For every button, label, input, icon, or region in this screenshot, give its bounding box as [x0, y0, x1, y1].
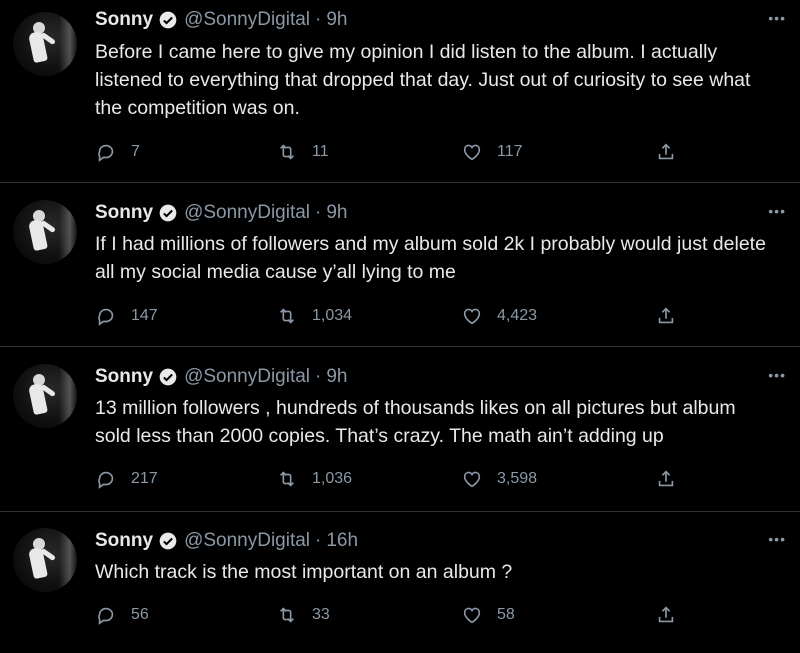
like-count: 4,423 — [497, 307, 538, 324]
tweet-actions: 217 1,036 3,598 — [95, 467, 695, 491]
reply-count: 56 — [131, 606, 149, 623]
timestamp[interactable]: 16h — [326, 530, 358, 552]
avatar[interactable] — [13, 364, 77, 428]
verified-badge-icon — [158, 203, 178, 223]
share-button[interactable] — [655, 304, 677, 328]
share-icon — [658, 470, 674, 487]
avatar[interactable] — [13, 200, 77, 264]
reply-button[interactable]: 147 — [95, 304, 158, 328]
reply-icon — [98, 144, 114, 162]
like-button[interactable]: 117 — [461, 140, 523, 164]
retweet-button[interactable]: 1,034 — [276, 304, 352, 328]
tweet-actions: 7 11 117 — [95, 140, 695, 164]
timestamp[interactable]: 9h — [326, 202, 347, 224]
avatar[interactable] — [13, 12, 77, 76]
display-name[interactable]: Sonny — [95, 9, 153, 31]
separator-dot: · — [315, 9, 322, 30]
separator-dot: · — [315, 202, 322, 223]
reply-button[interactable]: 217 — [95, 467, 158, 491]
more-options-button[interactable]: ••• — [768, 203, 786, 219]
more-options-button[interactable]: ••• — [768, 10, 786, 26]
avatar[interactable] — [13, 528, 77, 592]
retweet-icon — [279, 308, 295, 324]
like-button[interactable]: 4,423 — [461, 304, 537, 328]
retweet-count: 1,034 — [312, 307, 353, 324]
share-icon — [658, 606, 674, 623]
timestamp[interactable]: 9h — [326, 9, 347, 31]
heart-icon — [463, 607, 481, 624]
timestamp[interactable]: 9h — [326, 366, 347, 388]
like-button[interactable]: 58 — [461, 603, 515, 627]
tweet[interactable]: Sonny @SonnyDigital · 16h ••• Which trac… — [0, 512, 800, 653]
separator-dot: · — [315, 366, 322, 387]
tweet-header: Sonny @SonnyDigital · 9h — [95, 201, 348, 225]
verified-badge-icon — [158, 531, 178, 551]
reply-icon — [98, 471, 114, 489]
display-name[interactable]: Sonny — [95, 530, 153, 552]
verified-badge-icon — [158, 367, 178, 387]
tweet-text: Which track is the most important on an … — [95, 561, 513, 583]
share-icon — [658, 143, 674, 160]
retweet-button[interactable]: 11 — [276, 140, 329, 164]
display-name[interactable]: Sonny — [95, 366, 153, 388]
retweet-icon — [279, 144, 295, 160]
like-count: 3,598 — [497, 470, 538, 487]
tweet-header: Sonny @SonnyDigital · 16h — [95, 529, 358, 553]
tweet[interactable]: Sonny @SonnyDigital · 9h ••• Before I ca… — [0, 0, 800, 183]
heart-icon — [463, 471, 481, 488]
retweet-count: 33 — [312, 606, 330, 623]
tweet-text: 13 million followers , hundreds of thous… — [95, 397, 736, 447]
user-handle[interactable]: @SonnyDigital — [184, 9, 310, 31]
share-button[interactable] — [655, 467, 677, 491]
share-button[interactable] — [655, 140, 677, 164]
retweet-button[interactable]: 1,036 — [276, 467, 352, 491]
separator-dot: · — [315, 530, 322, 551]
user-handle[interactable]: @SonnyDigital — [184, 202, 310, 224]
tweet[interactable]: Sonny @SonnyDigital · 9h ••• If I had mi… — [0, 183, 800, 347]
share-button[interactable] — [655, 603, 677, 627]
retweet-count: 1,036 — [312, 470, 353, 487]
more-options-button[interactable]: ••• — [768, 531, 786, 547]
like-count: 117 — [497, 143, 523, 160]
retweet-icon — [279, 607, 295, 623]
retweet-icon — [279, 471, 295, 487]
tweet-text: Before I came here to give my opinion I … — [95, 41, 751, 119]
reply-count: 7 — [131, 143, 140, 160]
retweet-button[interactable]: 33 — [276, 603, 330, 627]
tweet-text: If I had millions of followers and my al… — [95, 233, 766, 283]
share-icon — [658, 307, 674, 324]
tweet-actions: 56 33 58 — [95, 603, 695, 627]
reply-button[interactable]: 7 — [95, 140, 140, 164]
tweet-actions: 147 1,034 4,423 — [95, 304, 695, 328]
reply-icon — [98, 308, 114, 326]
tweet-header: Sonny @SonnyDigital · 9h — [95, 365, 348, 389]
heart-icon — [463, 308, 481, 325]
reply-button[interactable]: 56 — [95, 603, 149, 627]
reply-count: 217 — [131, 470, 158, 487]
more-options-button[interactable]: ••• — [768, 367, 786, 383]
reply-count: 147 — [131, 307, 158, 324]
retweet-count: 11 — [312, 143, 329, 160]
display-name[interactable]: Sonny — [95, 202, 153, 224]
verified-badge-icon — [158, 10, 178, 30]
user-handle[interactable]: @SonnyDigital — [184, 530, 310, 552]
like-button[interactable]: 3,598 — [461, 467, 537, 491]
tweet-header: Sonny @SonnyDigital · 9h — [95, 8, 348, 32]
heart-icon — [463, 144, 481, 161]
user-handle[interactable]: @SonnyDigital — [184, 366, 310, 388]
like-count: 58 — [497, 606, 515, 623]
reply-icon — [98, 607, 114, 625]
tweet[interactable]: Sonny @SonnyDigital · 9h ••• 13 million … — [0, 347, 800, 512]
